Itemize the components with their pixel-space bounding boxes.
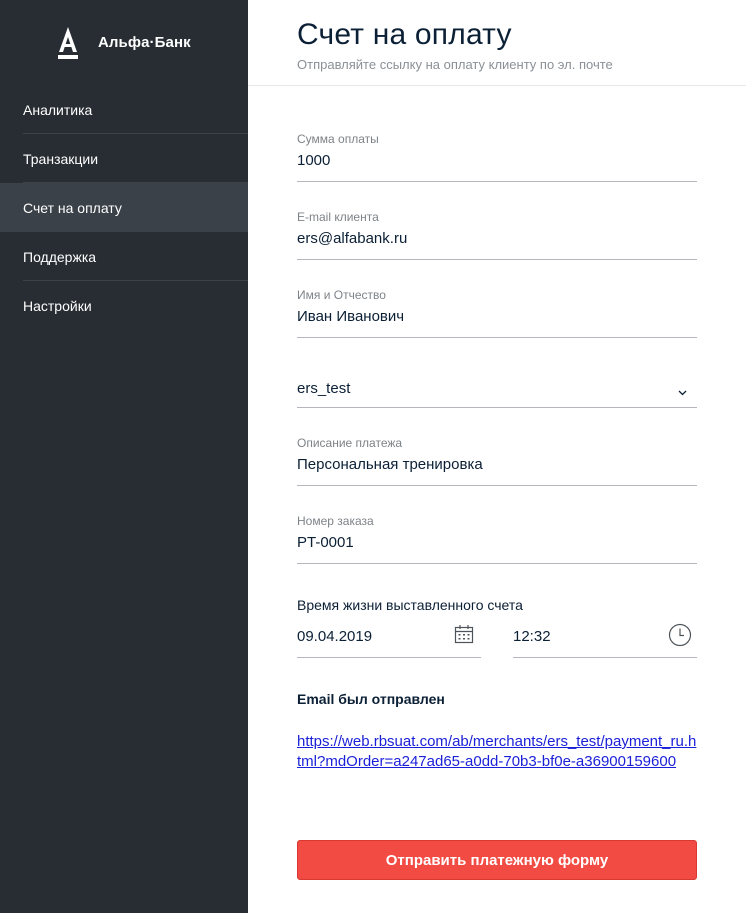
submit-payment-form-button[interactable]: Отправить платежную форму	[297, 840, 697, 880]
sidebar-item-support[interactable]: Поддержка	[0, 232, 248, 281]
time-field[interactable]: 12:32	[513, 618, 697, 658]
description-field[interactable]: Описание платежа Персональная тренировка	[297, 436, 697, 486]
order-field[interactable]: Номер заказа PT-0001	[297, 514, 697, 564]
merchant-select-value: ers_test	[297, 380, 351, 397]
lifetime-label: Время жизни выставленного счета	[297, 597, 523, 613]
order-label: Номер заказа	[297, 514, 374, 528]
sidebar-item-label: Поддержка	[23, 248, 97, 265]
chevron-down-icon[interactable]	[678, 384, 687, 396]
calendar-icon[interactable]	[454, 624, 474, 649]
sidebar-item-label: Транзакции	[23, 150, 99, 167]
email-field[interactable]: E-mail клиента ers@alfabank.ru	[297, 210, 697, 260]
time-input[interactable]: 12:32	[513, 628, 551, 645]
page-title: Счет на оплату	[297, 18, 512, 51]
merchant-select[interactable]: ers_test	[297, 366, 697, 408]
name-input[interactable]: Иван Иванович	[297, 308, 697, 325]
description-input[interactable]: Персональная тренировка	[297, 456, 697, 473]
brand-name: Альфа·Банк	[98, 34, 191, 51]
clock-icon[interactable]	[668, 623, 692, 652]
sidebar-item-invoice[interactable]: Счет на оплату	[0, 183, 248, 232]
date-field[interactable]: 09.04.2019	[297, 618, 481, 658]
name-label: Имя и Отчество	[297, 288, 386, 302]
sidebar-item-settings[interactable]: Настройки	[0, 281, 248, 330]
sidebar-item-label: Счет на оплату	[23, 199, 122, 216]
email-label: E-mail клиента	[297, 210, 379, 224]
order-input[interactable]: PT-0001	[297, 534, 697, 551]
alfa-a-logo-icon	[57, 26, 79, 60]
amount-label: Сумма оплаты	[297, 132, 379, 146]
page-header: Счет на оплату Отправляйте ссылку на опл…	[248, 0, 746, 86]
date-input[interactable]: 09.04.2019	[297, 628, 372, 645]
brand-logo[interactable]: Альфа·Банк	[57, 26, 191, 60]
status-message: Email был отправлен	[297, 691, 445, 707]
sidebar-item-transactions[interactable]: Транзакции	[0, 134, 248, 183]
name-field[interactable]: Имя и Отчество Иван Иванович	[297, 288, 697, 338]
description-label: Описание платежа	[297, 436, 403, 450]
amount-field[interactable]: Сумма оплаты 1000	[297, 132, 697, 182]
sidebar-item-label: Настройки	[23, 297, 92, 314]
sidebar: Альфа·Банк Аналитика Транзакции Счет на …	[0, 0, 248, 913]
sidebar-item-analytics[interactable]: Аналитика	[0, 85, 248, 134]
sidebar-nav: Аналитика Транзакции Счет на оплату Подд…	[0, 85, 248, 330]
page-subtitle: Отправляйте ссылку на оплату клиенту по …	[297, 57, 613, 72]
email-input[interactable]: ers@alfabank.ru	[297, 230, 697, 247]
sidebar-item-label: Аналитика	[23, 101, 93, 118]
payment-link[interactable]: https://web.rbsuat.com/ab/merchants/ers_…	[297, 732, 697, 772]
amount-input[interactable]: 1000	[297, 152, 697, 169]
